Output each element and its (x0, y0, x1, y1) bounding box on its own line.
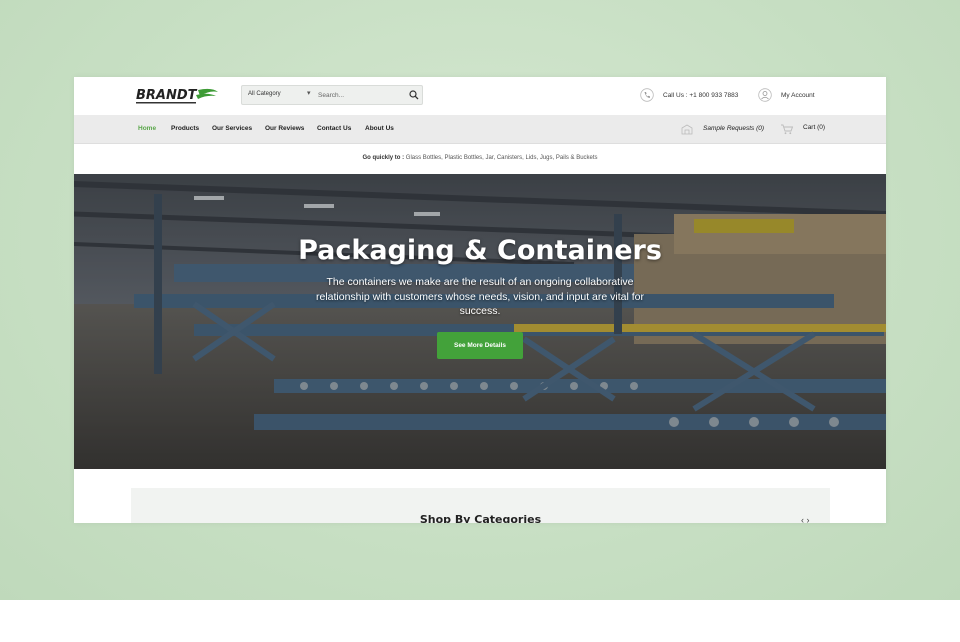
top-header: BRANDT All Category ▾ Call Us : +1 800 9… (74, 77, 886, 115)
nav-item-home[interactable]: Home (138, 125, 156, 132)
hero-title: Packaging & Containers (298, 235, 662, 266)
category-select[interactable]: All Category (248, 91, 281, 97)
see-more-details-button[interactable]: See More Details (437, 332, 523, 359)
sample-requests-link[interactable]: Sample Requests (0) (703, 125, 764, 132)
hero-overlay (74, 174, 886, 469)
nav-item-our-services[interactable]: Our Services (212, 125, 252, 132)
nav-item-contact-us[interactable]: Contact Us (317, 125, 351, 132)
cart-icon[interactable] (780, 122, 794, 136)
nav-item-about-us[interactable]: About Us (365, 125, 394, 132)
page-footer-area (0, 600, 960, 642)
phone-icon (640, 88, 654, 102)
logo-text: BRANDT (136, 88, 198, 103)
search-icon[interactable] (408, 89, 420, 101)
shop-by-categories-section: Shop By Categories ‹ › (131, 488, 830, 523)
quick-links-list[interactable]: Glass Bottles, Plastic Bottles, Jar, Can… (406, 155, 598, 161)
main-nav: Home Products Our Services Our Reviews C… (74, 115, 886, 144)
nav-item-our-reviews[interactable]: Our Reviews (265, 125, 304, 132)
user-icon[interactable] (758, 88, 772, 102)
chevron-down-icon[interactable]: ▾ (307, 89, 311, 97)
brand-logo[interactable]: BRANDT (136, 86, 220, 108)
search-input[interactable] (318, 89, 398, 101)
cart-link[interactable]: Cart (0) (803, 124, 825, 131)
hero-description: The containers we make are the result of… (315, 276, 644, 317)
quick-links-label: Go quickly to : (362, 155, 405, 161)
section-title: Shop By Categories (419, 513, 542, 523)
sample-request-icon[interactable] (680, 122, 694, 136)
nav-item-products[interactable]: Products (171, 125, 199, 132)
website-preview: BRANDT All Category ▾ Call Us : +1 800 9… (74, 77, 886, 523)
hero-banner: Packaging & Containers The containers we… (74, 174, 886, 469)
my-account-link[interactable]: My Account (781, 92, 815, 99)
quick-links-bar: Go quickly to : Glass Bottles, Plastic B… (74, 144, 886, 174)
carousel-arrows-icon[interactable]: ‹ › (801, 515, 810, 523)
search-bar: All Category ▾ (241, 85, 423, 105)
call-us-link[interactable]: Call Us : +1 800 933 7883 (663, 92, 738, 99)
